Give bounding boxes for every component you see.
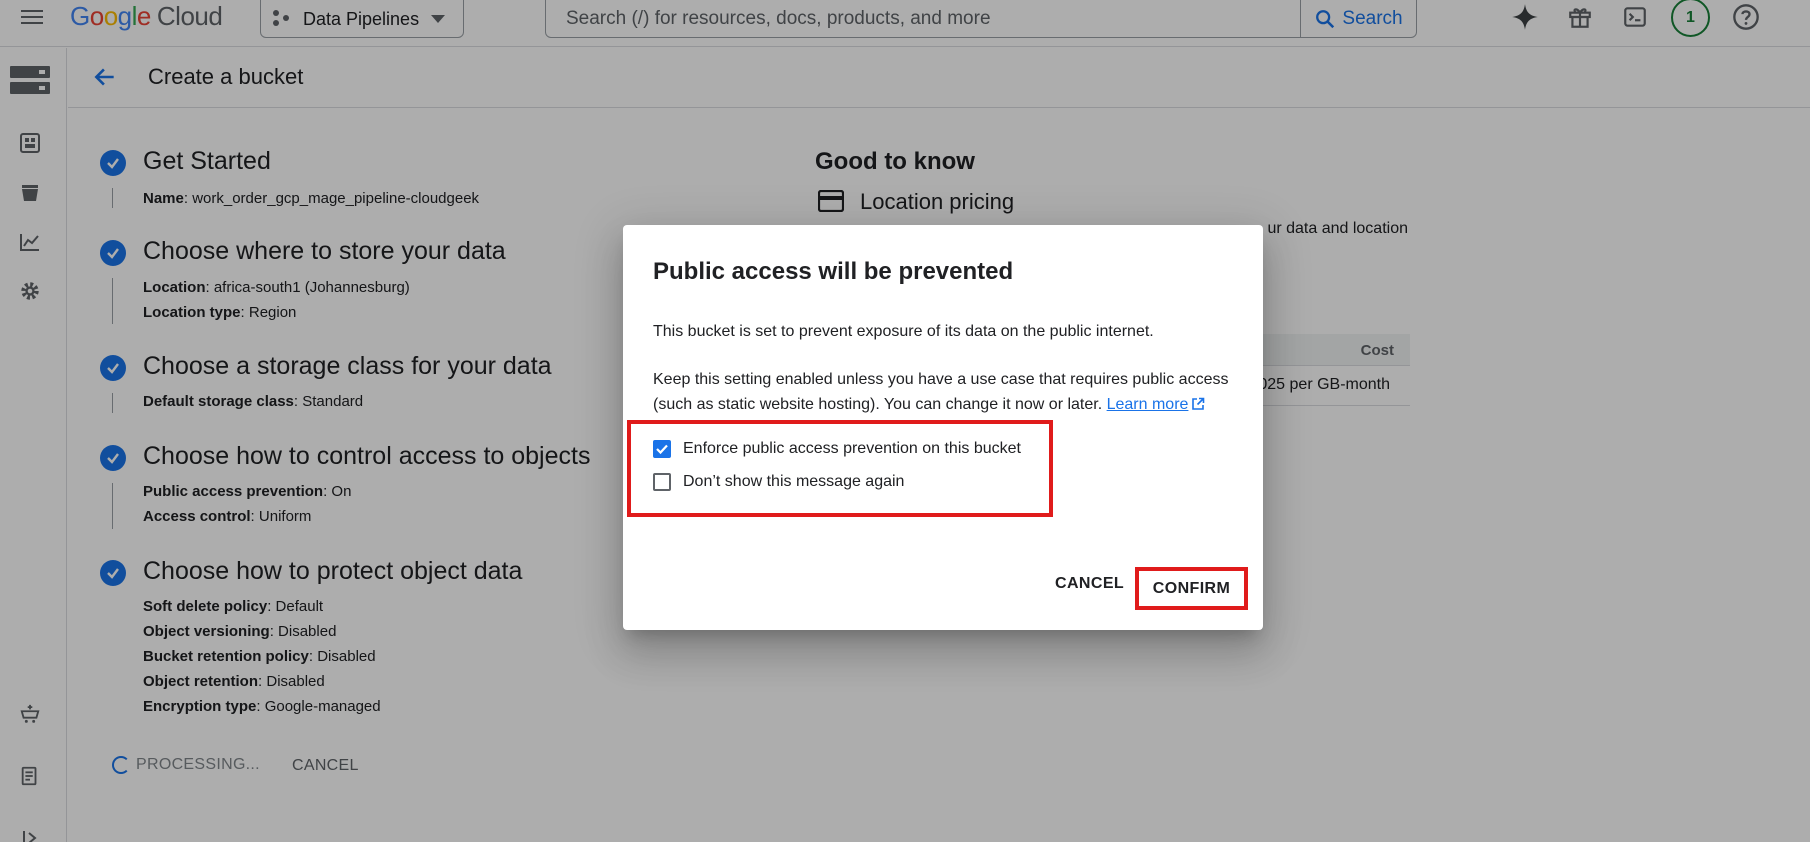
- public-access-dialog: Public access will be prevented This buc…: [623, 225, 1263, 630]
- enforce-checkbox[interactable]: [653, 440, 671, 458]
- dialog-paragraph-2: Keep this setting enabled unless you hav…: [653, 371, 1229, 413]
- check-icon: [656, 444, 668, 455]
- dont-show-checkbox-row[interactable]: Don’t show this message again: [653, 473, 904, 491]
- enforce-checkbox-row[interactable]: Enforce public access prevention on this…: [653, 440, 1021, 458]
- dont-show-checkbox-label: Don’t show this message again: [683, 473, 905, 490]
- dialog-paragraph-1: This bucket is set to prevent exposure o…: [653, 323, 1154, 340]
- enforce-checkbox-label: Enforce public access prevention on this…: [683, 440, 1021, 457]
- dialog-title: Public access will be prevented: [653, 258, 1014, 285]
- dont-show-checkbox[interactable]: [653, 473, 671, 491]
- dialog-cancel-button[interactable]: CANCEL: [1055, 575, 1124, 593]
- checkbox-highlight: [627, 420, 1053, 517]
- confirm-button[interactable]: CONFIRM: [1135, 567, 1248, 610]
- confirm-button-label: CONFIRM: [1152, 579, 1231, 597]
- external-link-icon[interactable]: [1191, 397, 1205, 411]
- learn-more-link[interactable]: Learn more: [1107, 396, 1189, 413]
